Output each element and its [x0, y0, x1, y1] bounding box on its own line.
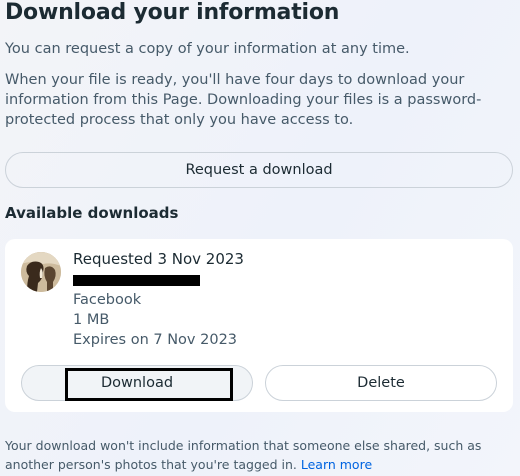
request-download-button[interactable]: Request a download: [5, 152, 513, 188]
redacted-name-bar: [73, 275, 200, 286]
expiry-date: Expires on 7 Nov 2023: [73, 332, 238, 348]
download-card: Requested 3 Nov 2023 Facebook 1 MB Expir…: [5, 239, 513, 412]
intro-paragraph-2: When your file is ready, you'll have fou…: [5, 72, 482, 128]
delete-button[interactable]: Delete: [265, 365, 497, 401]
requested-date: Requested 3 Nov 2023: [73, 250, 244, 268]
footer-text: Your download won't include information …: [5, 438, 482, 472]
file-size: 1 MB: [73, 312, 110, 328]
profile-photo-icon: [21, 252, 61, 292]
available-downloads-heading: Available downloads: [5, 204, 179, 222]
page-title: Download your information: [5, 0, 340, 25]
download-source: Facebook: [73, 292, 142, 308]
intro-paragraph-1: You can request a copy of your informati…: [5, 41, 410, 57]
download-button[interactable]: Download: [21, 365, 253, 401]
learn-more-link[interactable]: Learn more: [301, 457, 372, 472]
footer-note: Your download won't include information …: [5, 436, 510, 474]
avatar: [21, 252, 61, 292]
